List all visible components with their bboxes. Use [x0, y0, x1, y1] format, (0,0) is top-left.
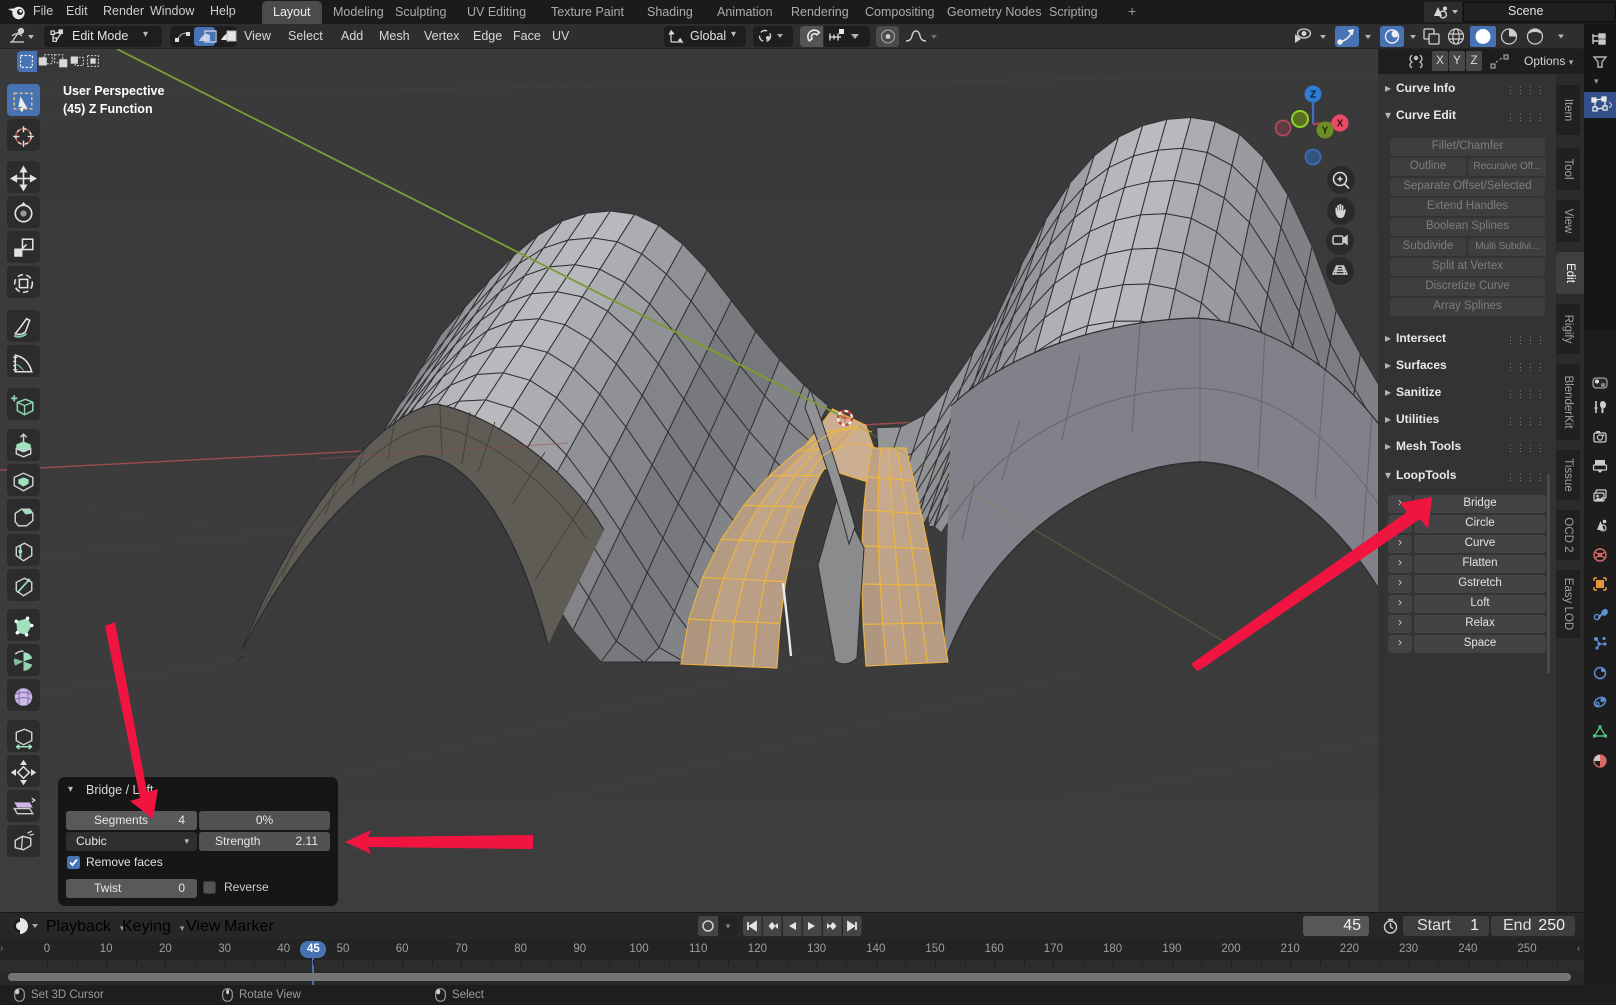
- svg-text:Z: Z: [1310, 89, 1316, 100]
- svg-text:X: X: [1337, 118, 1344, 129]
- svg-text:(45) Z Function: (45) Z Function: [63, 102, 153, 116]
- svg-text:User Perspective: User Perspective: [63, 84, 165, 98]
- svg-text:Y: Y: [1322, 125, 1329, 136]
